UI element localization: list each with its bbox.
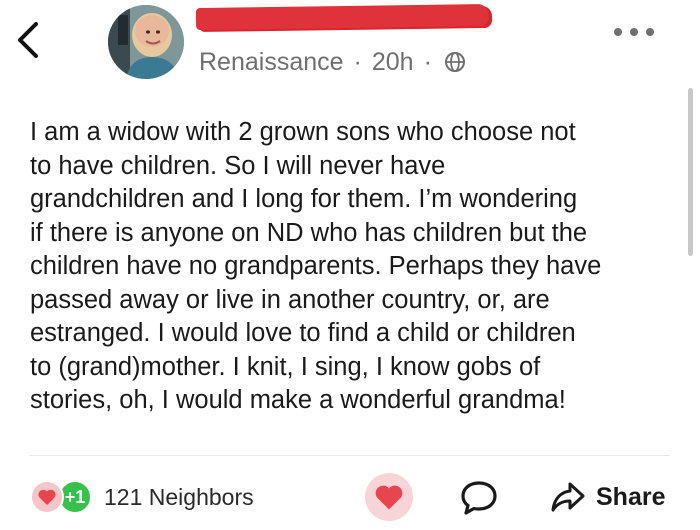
- meta-separator: ·: [353, 47, 362, 76]
- reaction-summary[interactable]: +1 121 Neighbors: [30, 478, 254, 516]
- more-horizontal-icon: [614, 28, 654, 36]
- author-name-redacted: [195, 3, 489, 31]
- divider: [30, 455, 670, 456]
- neighborhood-link[interactable]: Renaissance: [199, 48, 344, 77]
- comment-icon: [461, 481, 497, 515]
- meta-separator: ·: [423, 47, 432, 76]
- share-arrow-icon: [551, 482, 585, 512]
- author-avatar[interactable]: [108, 5, 184, 79]
- share-button[interactable]: Share: [550, 474, 665, 520]
- reaction-count[interactable]: 121 Neighbors: [104, 484, 254, 511]
- like-button[interactable]: [365, 473, 413, 521]
- heart-icon: [375, 485, 403, 510]
- more-options-button[interactable]: [610, 22, 658, 42]
- heart-icon: [30, 480, 64, 514]
- comment-button[interactable]: [459, 478, 499, 518]
- post-body: I am a widow with 2 grown sons who choos…: [30, 118, 602, 414]
- chevron-left-icon: [18, 22, 38, 58]
- globe-icon: [444, 51, 466, 73]
- back-button[interactable]: [12, 20, 44, 60]
- scrollbar[interactable]: [688, 88, 693, 256]
- post-meta: Renaissance · 20h ·: [199, 45, 466, 79]
- post-timestamp: 20h: [371, 47, 414, 76]
- share-label: Share: [596, 482, 666, 511]
